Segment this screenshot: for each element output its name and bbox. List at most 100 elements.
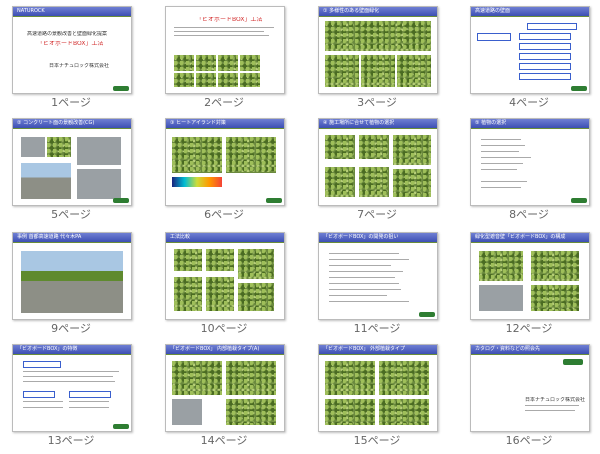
photo — [218, 55, 238, 71]
slide-title-bar: ② コンクリート面の景観改善(CG) — [13, 119, 131, 129]
text-line — [481, 163, 523, 164]
text-line — [329, 289, 401, 290]
text-line — [329, 301, 409, 302]
photo — [172, 399, 202, 425]
slide-thumbnail-13[interactable]: 「ビオボードBOX」の特徴 13ページ — [12, 344, 132, 454]
slide-preview[interactable]: 「ビオボードBOX」の開発の狙い — [318, 232, 438, 320]
diagram-box — [519, 53, 571, 60]
slide-preview[interactable]: 事例 首都高速道路 代々木PA — [12, 232, 132, 320]
photo — [238, 283, 274, 311]
slide-title: ① 多様性のある壁面緑化 — [323, 8, 380, 14]
slide-preview[interactable]: 「ビオボードBOX」工法 — [165, 6, 285, 94]
slide-preview[interactable]: ④ 施工場所に合せて植物の選択 — [318, 118, 438, 206]
slide-thumbnail-16[interactable]: カタログ・資料などの照会先 日本ナチュロック株式会社 16ページ — [470, 344, 590, 454]
slide-thumbnail-3[interactable]: ① 多様性のある壁面緑化 3ページ — [318, 6, 438, 116]
photo — [172, 361, 222, 395]
photo — [325, 135, 355, 159]
slide-thumbnail-11[interactable]: 「ビオボードBOX」の開発の狙い 11ページ — [318, 232, 438, 342]
slide-thumbnail-1[interactable]: NATUROCK 高速道路の景観改善と壁面緑化提案 「ビオボードBOX」工法 日… — [12, 6, 132, 116]
photo — [77, 169, 121, 199]
slide-preview[interactable]: 「ビオボードBOX」 外部植栽タイプ — [318, 344, 438, 432]
logo-icon — [571, 86, 587, 91]
slide-thumbnail-10[interactable]: 工法比較 10ページ — [165, 232, 285, 342]
page-caption: 1ページ — [51, 96, 91, 109]
slide-preview[interactable]: カタログ・資料などの照会先 日本ナチュロック株式会社 — [470, 344, 590, 432]
slide-thumbnail-5[interactable]: ② コンクリート面の景観改善(CG) 5ページ — [12, 118, 132, 228]
photo — [359, 135, 389, 159]
panel-image — [479, 285, 523, 311]
photo — [174, 249, 202, 271]
text-line — [329, 259, 409, 260]
slide-title-bar: ④ 施工場所に合せて植物の選択 — [319, 119, 437, 129]
photo — [240, 55, 260, 71]
photo — [77, 137, 121, 165]
panel-image — [531, 251, 579, 281]
slide-preview[interactable]: 「ビオボードBOX」の特徴 — [12, 344, 132, 432]
diagram-box — [527, 23, 577, 30]
slide-thumbnail-7[interactable]: ④ 施工場所に合せて植物の選択 7ページ — [318, 118, 438, 228]
slide-title: 「ビオボードBOX」 内部植栽タイプ(A) — [170, 346, 260, 352]
text-line — [69, 401, 109, 402]
photo — [240, 73, 260, 87]
slide-title-bar: NATUROCK — [13, 7, 131, 17]
slide-preview[interactable]: ② コンクリート面の景観改善(CG) — [12, 118, 132, 206]
page-caption: 7ページ — [357, 208, 397, 221]
slide-preview[interactable]: ③ ヒートアイランド対策 — [165, 118, 285, 206]
diagram-box — [519, 63, 571, 70]
slide-thumbnail-15[interactable]: 「ビオボードBOX」 外部植栽タイプ 15ページ — [318, 344, 438, 454]
photo — [196, 55, 216, 71]
text-line — [525, 410, 575, 411]
text-line — [481, 157, 531, 158]
slide-thumbnail-4[interactable]: 高速道路の壁面 4ページ — [470, 6, 590, 116]
slide-title-bar: 事例 首都高速道路 代々木PA — [13, 233, 131, 243]
slide-preview[interactable]: NATUROCK 高速道路の景観改善と壁面緑化提案 「ビオボードBOX」工法 日… — [12, 6, 132, 94]
photo — [393, 135, 431, 165]
slide-preview[interactable]: 高速道路の壁面 — [470, 6, 590, 94]
text-line — [23, 376, 113, 377]
page-caption: 15ページ — [353, 434, 401, 447]
slide-thumbnail-2[interactable]: 「ビオボードBOX」工法 2ページ — [165, 6, 285, 116]
page-caption: 8ページ — [509, 208, 549, 221]
photo — [226, 361, 276, 395]
photo — [172, 137, 222, 173]
slide-thumbnail-9[interactable]: 事例 首都高速道路 代々木PA 9ページ — [12, 232, 132, 342]
text-line — [329, 271, 403, 272]
slide-title-bar: 「ビオボードBOX」 外部植栽タイプ — [319, 345, 437, 355]
text-line — [525, 405, 579, 406]
photo — [196, 73, 216, 87]
slide-thumbnail-14[interactable]: 「ビオボードBOX」 内部植栽タイプ(A) 14ページ — [165, 344, 285, 454]
slide-method-name: 「ビオボードBOX」工法 — [37, 41, 104, 47]
slide-title: ⑤ 植物の選択 — [475, 120, 507, 126]
logo-icon — [563, 359, 583, 365]
text-line — [329, 265, 391, 266]
diagram-box — [519, 43, 571, 50]
slide-title-bar: ① 多様性のある壁面緑化 — [319, 7, 437, 17]
photo — [397, 55, 431, 87]
slide-thumbnail-8[interactable]: ⑤ 植物の選択 8ページ — [470, 118, 590, 228]
slide-thumbnail-12[interactable]: 緑化型遮音壁「ビオボードBOX」の構成 12ページ — [470, 232, 590, 342]
page-caption: 6ページ — [204, 208, 244, 221]
photo — [238, 249, 274, 279]
photo — [21, 251, 123, 313]
slide-title-bar: 「ビオボードBOX」 内部植栽タイプ(A) — [166, 345, 284, 355]
slide-title: カタログ・資料などの照会先 — [475, 346, 541, 352]
slide-preview[interactable]: 緑化型遮音壁「ビオボードBOX」の構成 — [470, 232, 590, 320]
slide-preview[interactable]: 「ビオボードBOX」 内部植栽タイプ(A) — [165, 344, 285, 432]
page-caption: 9ページ — [51, 322, 91, 335]
photo — [325, 399, 375, 425]
slide-preview[interactable]: 工法比較 — [165, 232, 285, 320]
page-caption: 12ページ — [505, 322, 553, 335]
logo-icon — [113, 198, 129, 203]
text-line — [23, 401, 63, 402]
slide-title: ② コンクリート面の景観改善(CG) — [17, 120, 95, 126]
slide-title: ④ 施工場所に合せて植物の選択 — [323, 120, 395, 126]
slide-preview[interactable]: ① 多様性のある壁面緑化 — [318, 6, 438, 94]
slide-title-bar: 緑化型遮音壁「ビオボードBOX」の構成 — [471, 233, 589, 243]
text-line — [174, 31, 264, 32]
page-caption: 16ページ — [505, 434, 553, 447]
photo — [174, 277, 202, 311]
slide-company: 日本ナチュロック株式会社 — [525, 397, 586, 403]
photo — [361, 55, 395, 87]
slide-preview[interactable]: ⑤ 植物の選択 — [470, 118, 590, 206]
slide-thumbnail-6[interactable]: ③ ヒートアイランド対策 6ページ — [165, 118, 285, 228]
